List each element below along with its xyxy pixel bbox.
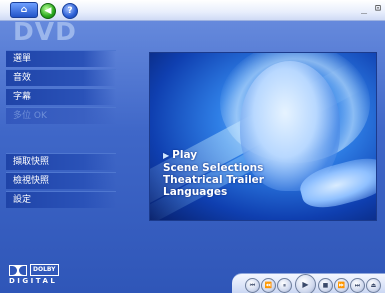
menu-item-capture-snapshot[interactable]: 擷取快照 bbox=[6, 153, 116, 170]
dvd-disc-menu: ▶ Play Scene Selections Theatrical Traile… bbox=[163, 149, 264, 198]
dvd-player-window: ⌂ ◀ ? _ ⊡ DVD 選單 音效 字幕 多位 OK 擷取快照 檢視快照 設… bbox=[0, 0, 385, 293]
menu-item-view-snapshot[interactable]: 檢視快照 bbox=[6, 172, 116, 189]
menu-item-menu[interactable]: 選單 bbox=[6, 50, 116, 67]
video-display[interactable]: ▶ Play Scene Selections Theatrical Traile… bbox=[149, 52, 377, 221]
dvd-menu-scene-selections[interactable]: Scene Selections bbox=[163, 162, 264, 174]
stop-icon[interactable]: ■ bbox=[318, 278, 333, 293]
home-icon[interactable]: ⌂ bbox=[10, 2, 38, 18]
app-title: DVD bbox=[13, 17, 77, 46]
dolby-dd-icon bbox=[9, 265, 27, 276]
dvd-menu-languages[interactable]: Languages bbox=[163, 186, 264, 198]
menu-item-audio[interactable]: 音效 bbox=[6, 69, 116, 86]
dolby-word: DOLBY bbox=[30, 264, 59, 276]
window-controls[interactable]: _ ⊡ bbox=[361, 3, 382, 14]
menu-item-multi-angle: 多位 OK bbox=[6, 107, 116, 124]
menu-item-subtitles[interactable]: 字幕 bbox=[6, 88, 116, 105]
selection-arrow-icon: ▶ bbox=[163, 151, 170, 160]
snapshot-menu: 擷取快照 檢視快照 設定 bbox=[6, 153, 116, 210]
playback-controls: ⏮ ⏪ ⏸ ▶ ■ ⏩ ⏭ ⏏ bbox=[232, 273, 385, 293]
dolby-digital-text: DIGITAL bbox=[9, 277, 58, 285]
eject-icon[interactable]: ⏏ bbox=[366, 278, 381, 293]
menu-item-settings[interactable]: 設定 bbox=[6, 191, 116, 208]
dvd-menu-play[interactable]: ▶ Play bbox=[163, 149, 264, 162]
dvd-menu-theatrical-trailer[interactable]: Theatrical Trailer bbox=[163, 174, 264, 186]
rewind-icon[interactable]: ⏪ bbox=[261, 278, 276, 293]
pause-icon[interactable]: ⏸ bbox=[277, 278, 292, 293]
dolby-digital-logo: DOLBY DIGITAL bbox=[9, 262, 69, 288]
primary-menu: 選單 音效 字幕 多位 OK bbox=[6, 50, 116, 126]
play-icon[interactable]: ▶ bbox=[295, 274, 316, 293]
dvd-menu-play-label: Play bbox=[172, 149, 198, 161]
previous-icon[interactable]: ⏮ bbox=[245, 278, 260, 293]
next-icon[interactable]: ⏭ bbox=[350, 278, 365, 293]
fast-forward-icon[interactable]: ⏩ bbox=[334, 278, 349, 293]
